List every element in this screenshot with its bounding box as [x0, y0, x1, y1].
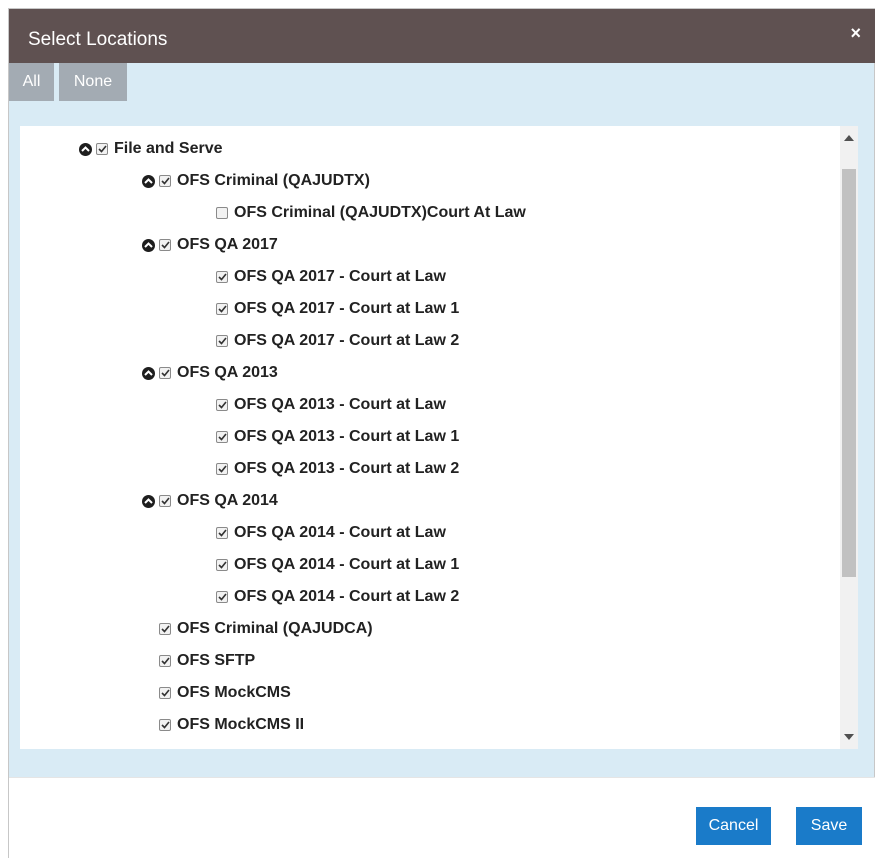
tree-node[interactable]: OFS Criminal (QAJUDTX) — [142, 169, 370, 193]
tree-node[interactable]: OFS QA 2014 — [142, 489, 278, 513]
tree-node[interactable]: OFS MockCMS II — [159, 713, 304, 737]
collapse-circle-icon[interactable] — [142, 238, 155, 252]
tree-node[interactable]: OFS QA 2013 - Court at Law 1 — [216, 425, 459, 449]
scrollbar-thumb[interactable] — [842, 169, 856, 577]
select-none-button[interactable]: None — [59, 63, 127, 101]
checkbox-icon[interactable] — [216, 463, 228, 475]
checkbox-icon[interactable] — [216, 559, 228, 571]
locations-tree-panel: File and Serve OFS Criminal (QAJUDTX) OFS … — [20, 126, 858, 749]
tree-node[interactable]: OFS QA 2017 - Court at Law 1 — [216, 297, 459, 321]
tree-node-label: OFS QA 2017 - Court at Law 1 — [234, 300, 460, 317]
tree-node[interactable]: OFS Criminal (QAJUDCA) — [159, 617, 373, 641]
checkbox-icon[interactable] — [159, 655, 171, 667]
tree-node[interactable]: OFS QA 2013 — [142, 361, 278, 385]
checkbox-icon[interactable] — [159, 623, 171, 635]
tree-node-label: OFS Criminal (QAJUDCA) — [177, 620, 373, 637]
tree-node-label: OFS QA 2013 — [177, 364, 278, 381]
tree-node-label: OFS QA 2013 - Court at Law 2 — [234, 460, 460, 477]
tree-node-label: OFS Criminal (QAJUDTX) — [177, 172, 370, 189]
select-all-button[interactable]: All — [9, 63, 54, 101]
tree-node[interactable]: OFS SFTP — [159, 649, 255, 673]
select-locations-dialog: Select Locations × All None File and Ser… — [8, 8, 875, 859]
scroll-down-arrow-icon[interactable] — [840, 729, 858, 745]
tree-node-label: OFS Criminal (QAJUDTX)Court At Law — [234, 204, 526, 221]
checkbox-icon[interactable] — [216, 271, 228, 283]
checkbox-icon[interactable] — [159, 367, 171, 379]
checkbox-icon[interactable] — [216, 591, 228, 603]
collapse-circle-icon[interactable] — [142, 494, 155, 508]
checkbox-icon[interactable] — [216, 431, 228, 443]
tree-node-label: OFS QA 2013 - Court at Law — [234, 396, 446, 413]
tree-node-label: OFS MockCMS II — [177, 716, 305, 733]
tree-node[interactable]: OFS QA 2017 — [142, 233, 278, 257]
tree-node-label: OFS QA 2017 - Court at Law 2 — [234, 332, 460, 349]
checkbox-icon[interactable] — [216, 207, 228, 219]
checkbox-icon[interactable] — [159, 175, 171, 187]
dialog-footer: Cancel Save — [9, 777, 875, 859]
collapse-circle-icon[interactable] — [79, 142, 92, 156]
tree-node[interactable]: OFS QA 2014 - Court at Law 2 — [216, 585, 459, 609]
save-button[interactable]: Save — [796, 807, 862, 845]
checkbox-icon[interactable] — [159, 719, 171, 731]
tree-node[interactable]: OFS Criminal (QAJUDTX)Court At Law — [216, 201, 526, 225]
tree-node-label: OFS QA 2013 - Court at Law 1 — [234, 428, 460, 445]
dialog-header: Select Locations × — [9, 9, 875, 63]
tree-node[interactable]: OFS QA 2017 - Court at Law 2 — [216, 329, 459, 353]
tree-node[interactable]: OFS QA 2014 - Court at Law 1 — [216, 553, 459, 577]
checkbox-icon[interactable] — [216, 303, 228, 315]
tree-node[interactable]: OFS MockCMS — [159, 681, 291, 705]
dialog-title: Select Locations — [28, 29, 168, 50]
tree-node-label: OFS QA 2014 — [177, 492, 278, 509]
tree-node[interactable]: OFS QA 2014 - Court at Law — [216, 521, 446, 545]
checkbox-icon[interactable] — [216, 399, 228, 411]
tree-node-label: File and Serve — [114, 140, 223, 157]
tree-node-label: OFS SFTP — [177, 652, 256, 669]
tree-node[interactable]: OFS QA 2017 - Court at Law — [216, 265, 446, 289]
tree-scrollbar[interactable] — [840, 126, 858, 749]
tree-node[interactable]: OFS QA 2013 - Court at Law — [216, 393, 446, 417]
scroll-up-arrow-icon[interactable] — [840, 130, 858, 146]
checkbox-icon[interactable] — [159, 239, 171, 251]
checkbox-icon[interactable] — [96, 143, 108, 155]
checkbox-icon[interactable] — [159, 495, 171, 507]
tree-node[interactable]: File and Serve — [79, 137, 223, 161]
collapse-circle-icon[interactable] — [142, 366, 155, 380]
checkbox-icon[interactable] — [216, 527, 228, 539]
selection-toolbar: All None — [9, 63, 875, 103]
tree-node-label: OFS MockCMS — [177, 684, 291, 701]
tree-node-label: OFS QA 2014 - Court at Law — [234, 524, 446, 541]
collapse-circle-icon[interactable] — [142, 174, 155, 188]
checkbox-icon[interactable] — [216, 335, 228, 347]
close-icon[interactable]: × — [850, 23, 861, 43]
tree-node-label: OFS QA 2014 - Court at Law 2 — [234, 588, 460, 605]
tree-node-label: OFS QA 2017 - Court at Law — [234, 268, 446, 285]
tree-node-label: OFS QA 2017 — [177, 236, 278, 253]
tree-node-label: OFS QA 2014 - Court at Law 1 — [234, 556, 460, 573]
locations-tree: File and Serve OFS Criminal (QAJUDTX) OFS … — [20, 126, 840, 749]
tree-node[interactable]: OFS QA 2013 - Court at Law 2 — [216, 457, 459, 481]
checkbox-icon[interactable] — [159, 687, 171, 699]
cancel-button[interactable]: Cancel — [696, 807, 771, 845]
